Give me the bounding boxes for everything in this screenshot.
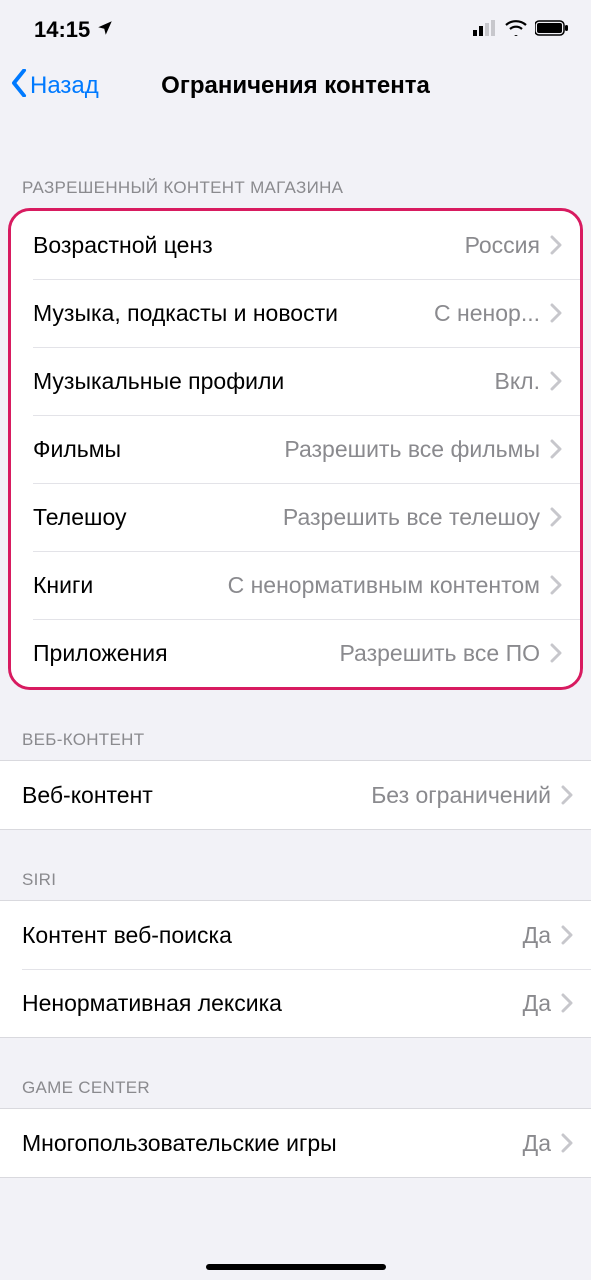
chevron-right-icon: [561, 925, 573, 945]
section-header-gamecenter: GAME CENTER: [0, 1038, 591, 1108]
row-label: Фильмы: [33, 436, 121, 463]
chevron-right-icon: [550, 575, 562, 595]
list-store: Возрастной ценз Россия Музыка, подкасты …: [11, 211, 580, 687]
row-value: Вкл.: [296, 368, 540, 395]
row-value: Разрешить все ПО: [180, 640, 540, 667]
row-value: Россия: [225, 232, 540, 259]
list-web: Веб-контент Без ограничений: [0, 760, 591, 830]
chevron-left-icon: [10, 69, 28, 104]
row-tv-shows[interactable]: Телешоу Разрешить все телешоу: [11, 483, 580, 551]
highlight-store-content: Возрастной ценз Россия Музыка, подкасты …: [8, 208, 583, 690]
status-time-area: 14:15: [34, 17, 114, 43]
battery-icon: [535, 20, 569, 41]
row-apps[interactable]: Приложения Разрешить все ПО: [11, 619, 580, 687]
row-value: Без ограничений: [165, 782, 551, 809]
row-value: С ненор...: [350, 300, 540, 327]
chevron-right-icon: [561, 1133, 573, 1153]
row-books[interactable]: Книги С ненормативным контентом: [11, 551, 580, 619]
row-value: Разрешить все фильмы: [133, 436, 540, 463]
row-value: Да: [349, 1130, 551, 1157]
status-bar: 14:15: [0, 0, 591, 54]
row-label: Приложения: [33, 640, 168, 667]
row-value: Разрешить все телешоу: [138, 504, 540, 531]
row-music-profiles[interactable]: Музыкальные профили Вкл.: [11, 347, 580, 415]
chevron-right-icon: [550, 643, 562, 663]
section-header-store: РАЗРЕШЕННЫЙ КОНТЕНТ МАГАЗИНА: [0, 118, 591, 208]
home-indicator[interactable]: [206, 1264, 386, 1270]
chevron-right-icon: [561, 785, 573, 805]
row-movies[interactable]: Фильмы Разрешить все фильмы: [11, 415, 580, 483]
chevron-right-icon: [550, 507, 562, 527]
location-icon: [96, 17, 114, 43]
chevron-right-icon: [561, 993, 573, 1013]
row-value: С ненормативным контентом: [105, 572, 540, 599]
row-label: Возрастной ценз: [33, 232, 213, 259]
section-header-web: ВЕБ-КОНТЕНТ: [0, 690, 591, 760]
row-web-search-content[interactable]: Контент веб-поиска Да: [0, 901, 591, 969]
status-time: 14:15: [34, 17, 90, 43]
row-value: Да: [294, 990, 551, 1017]
chevron-right-icon: [550, 439, 562, 459]
row-label: Контент веб-поиска: [22, 922, 232, 949]
cellular-icon: [473, 20, 497, 41]
row-explicit-language[interactable]: Ненормативная лексика Да: [0, 969, 591, 1037]
row-web-content[interactable]: Веб-контент Без ограничений: [0, 761, 591, 829]
status-indicators: [473, 20, 569, 41]
back-button[interactable]: Назад: [10, 69, 99, 104]
row-music-podcasts[interactable]: Музыка, подкасты и новости С ненор...: [11, 279, 580, 347]
row-value: Да: [244, 922, 551, 949]
row-multiplayer-games[interactable]: Многопользовательские игры Да: [0, 1109, 591, 1177]
chevron-right-icon: [550, 303, 562, 323]
row-label: Веб-контент: [22, 782, 153, 809]
list-gamecenter: Многопользовательские игры Да: [0, 1108, 591, 1178]
chevron-right-icon: [550, 371, 562, 391]
row-label: Книги: [33, 572, 93, 599]
back-label: Назад: [30, 72, 99, 100]
chevron-right-icon: [550, 235, 562, 255]
row-label: Музыка, подкасты и новости: [33, 300, 338, 327]
section-header-siri: SIRI: [0, 830, 591, 900]
list-siri: Контент веб-поиска Да Ненормативная лекс…: [0, 900, 591, 1038]
row-label: Музыкальные профили: [33, 368, 284, 395]
nav-bar: Назад Ограничения контента: [0, 54, 591, 118]
row-label: Телешоу: [33, 504, 126, 531]
wifi-icon: [505, 20, 527, 41]
row-label: Ненормативная лексика: [22, 990, 282, 1017]
row-age-rating[interactable]: Возрастной ценз Россия: [11, 211, 580, 279]
row-label: Многопользовательские игры: [22, 1130, 337, 1157]
